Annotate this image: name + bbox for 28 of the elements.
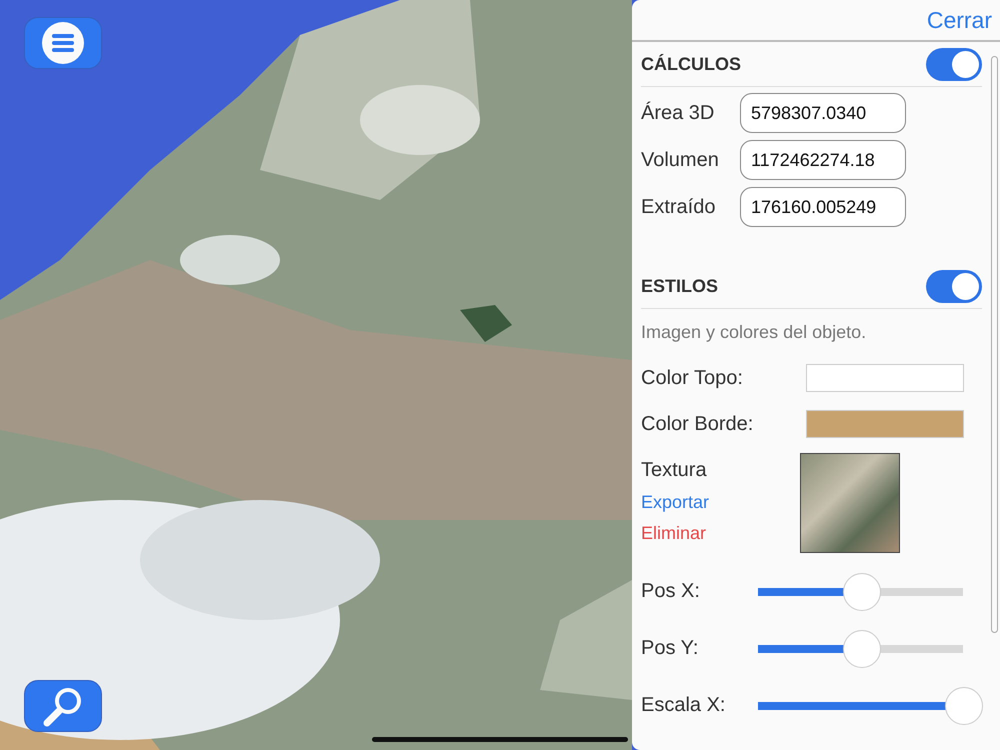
- color-label: Color Topo:: [641, 366, 744, 390]
- color-label: Color Borde:: [641, 412, 754, 436]
- field-label: Área 3D: [641, 102, 716, 124]
- value-field[interactable]: 1172462274.18: [740, 140, 906, 180]
- field-label: Extraído: [641, 196, 716, 218]
- section-description: Imagen y colores del objeto.: [641, 322, 868, 343]
- color-swatch[interactable]: [806, 410, 964, 438]
- export-link[interactable]: Exportar: [641, 492, 710, 513]
- field-label: Volumen: [641, 148, 720, 172]
- search-button[interactable]: [24, 680, 102, 732]
- texture-label: Textura: [641, 459, 708, 482]
- close-button[interactable]: Cerrar: [926, 6, 992, 34]
- slider-thumb[interactable]: [945, 686, 983, 724]
- menu-icon: [41, 21, 85, 65]
- delete-link[interactable]: Eliminar: [641, 523, 706, 544]
- color-swatch[interactable]: [806, 364, 964, 392]
- slider-label: Escala X:: [641, 694, 726, 717]
- section-title: CÁLCULOS: [641, 54, 741, 74]
- section-title: ESTILOS: [641, 276, 718, 296]
- slider-label: Pos X:: [641, 580, 701, 603]
- slider-thumb[interactable]: [842, 630, 880, 668]
- slider-thumb[interactable]: [842, 572, 880, 610]
- value-field[interactable]: 176160.005249: [740, 187, 906, 227]
- section-toggle[interactable]: [926, 270, 982, 302]
- slider-label: Pos Y:: [641, 637, 700, 660]
- value-field[interactable]: 5798307.0340: [740, 93, 906, 133]
- menu-button[interactable]: [24, 17, 102, 69]
- section-toggle[interactable]: [926, 48, 982, 80]
